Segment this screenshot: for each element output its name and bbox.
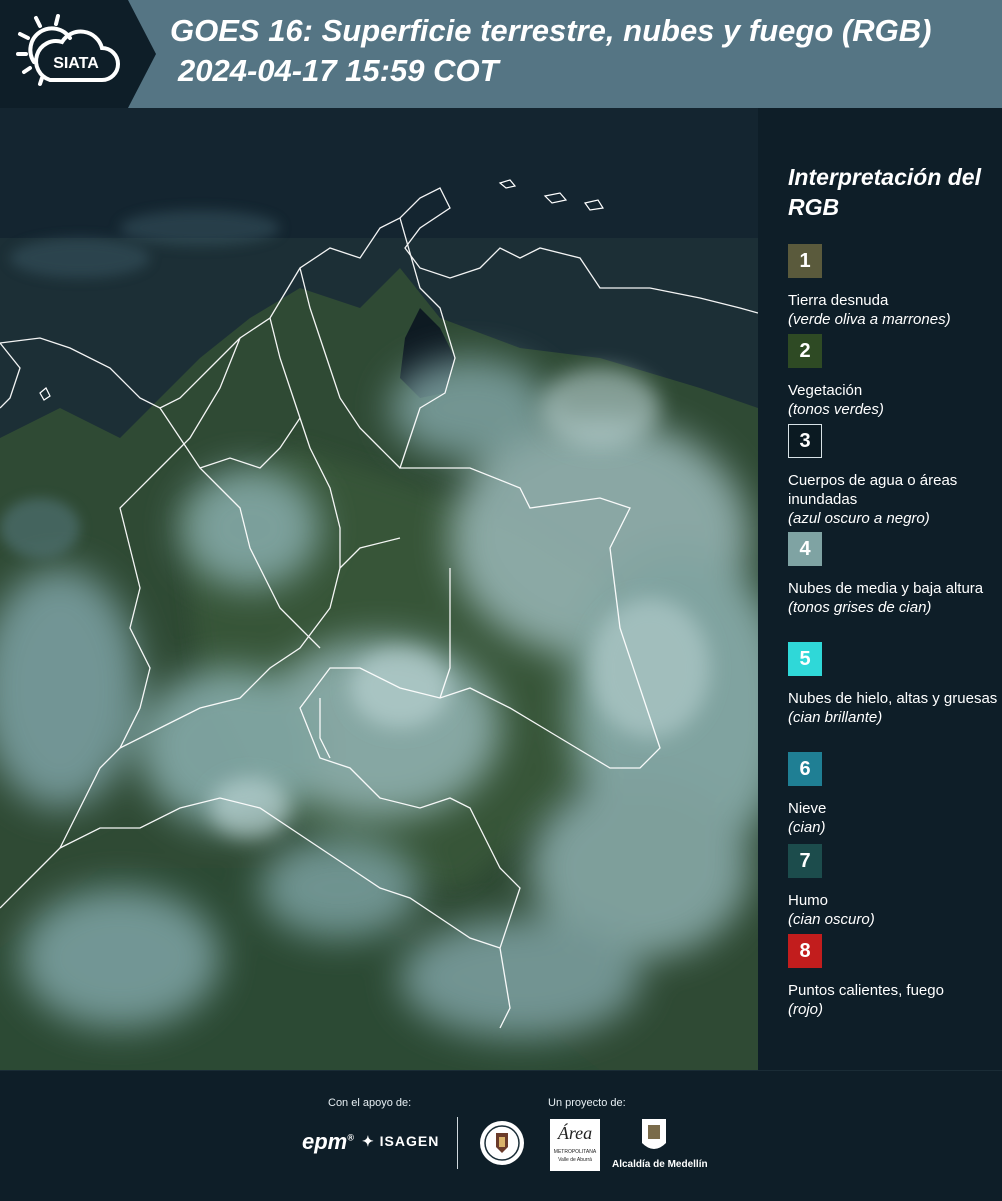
legend-panel: Interpretación del RGB 1 Tierra desnuda … xyxy=(758,108,1002,1070)
legend-label: Nubes de media y baja altura xyxy=(788,580,984,597)
legend-number: 4 xyxy=(799,537,811,560)
legend-desc: (tonos grises de cian) xyxy=(788,599,932,616)
legend-swatch: 8 xyxy=(788,934,822,968)
legend-swatch: 1 xyxy=(788,244,822,278)
project-label: Un proyecto de: xyxy=(548,1097,626,1109)
legend-title: Interpretación del RGB xyxy=(788,164,981,220)
isagen-logo: ✦ ISAGEN xyxy=(362,1133,440,1149)
legend-swatch: 3 xyxy=(788,424,822,458)
siata-logo: SIATA xyxy=(16,14,120,86)
legend-item-snow: 6 Nieve (cian) xyxy=(788,752,998,837)
legend-label: Cuerpos de agua o áreas inundadas xyxy=(788,472,958,508)
gobernacion-seal-icon xyxy=(480,1121,524,1165)
legend-number: 1 xyxy=(799,249,811,272)
legend-number: 5 xyxy=(799,647,811,670)
legend-swatch: 6 xyxy=(788,752,822,786)
legend-swatch: 4 xyxy=(788,532,822,566)
epm-logo: epm® xyxy=(302,1129,354,1154)
legend-item-ice-clouds: 5 Nubes de hielo, altas y gruesas (cian … xyxy=(788,642,998,727)
legend-item-bare-land: 1 Tierra desnuda (verde oliva a marrones… xyxy=(788,244,998,329)
legend-item-low-clouds: 4 Nubes de media y baja altura (tonos gr… xyxy=(788,532,998,617)
legend-item-water: 3 Cuerpos de agua o áreas inundadas (azu… xyxy=(788,424,998,528)
satellite-image xyxy=(0,108,758,1070)
legend-number: 8 xyxy=(799,939,811,962)
legend-swatch: 5 xyxy=(788,642,822,676)
support-label: Con el apoyo de: xyxy=(328,1097,412,1109)
legend-label: Nubes de hielo, altas y gruesas xyxy=(788,690,998,707)
legend-desc: (rojo) xyxy=(788,1001,824,1018)
legend-label: Humo xyxy=(788,892,829,909)
legend-number: 7 xyxy=(799,849,811,872)
legend-desc: (tonos verdes) xyxy=(788,401,884,418)
svg-text:SIATA: SIATA xyxy=(53,55,99,72)
legend-number: 6 xyxy=(799,757,811,780)
legend-label: Nieve xyxy=(788,800,827,817)
page-timestamp: 2024-04-17 15:59 COT xyxy=(178,53,499,88)
header-chevron xyxy=(128,0,156,108)
alcaldia-label: Alcaldía de Medellín xyxy=(612,1159,708,1170)
legend-number: 3 xyxy=(799,429,811,452)
legend-item-smoke: 7 Humo (cian oscuro) xyxy=(788,844,998,929)
legend-number: 2 xyxy=(799,339,811,362)
legend-desc: (verde oliva a marrones) xyxy=(788,311,951,328)
footer-divider xyxy=(457,1117,458,1169)
legend-swatch: 7 xyxy=(788,844,822,878)
legend-desc: (cian oscuro) xyxy=(788,911,875,928)
legend-label: Vegetación xyxy=(788,382,863,399)
footer: Con el apoyo de: Un proyecto de: epm® ✦ … xyxy=(0,1070,1002,1201)
legend-item-vegetation: 2 Vegetación (tonos verdes) xyxy=(788,334,998,419)
area-metropolitana-logo: Área METROPOLITANA Valle de Aburrá xyxy=(550,1119,600,1171)
legend-desc: (cian) xyxy=(788,819,826,836)
header-bar: SIATA GOES 16: Superficie terrestre, nub… xyxy=(0,0,1002,108)
legend-label: Puntos calientes, fuego xyxy=(788,982,944,999)
alcaldia-shield-icon xyxy=(642,1119,666,1149)
legend-item-fire: 8 Puntos calientes, fuego (rojo) xyxy=(788,934,998,1019)
legend-label: Tierra desnuda xyxy=(788,292,889,309)
legend-swatch: 2 xyxy=(788,334,822,368)
isagen-icon: ✦ xyxy=(362,1133,375,1149)
legend-desc: (azul oscuro a negro) xyxy=(788,510,930,527)
legend-desc: (cian brillante) xyxy=(788,709,883,726)
page-title: GOES 16: Superficie terrestre, nubes y f… xyxy=(170,13,932,48)
